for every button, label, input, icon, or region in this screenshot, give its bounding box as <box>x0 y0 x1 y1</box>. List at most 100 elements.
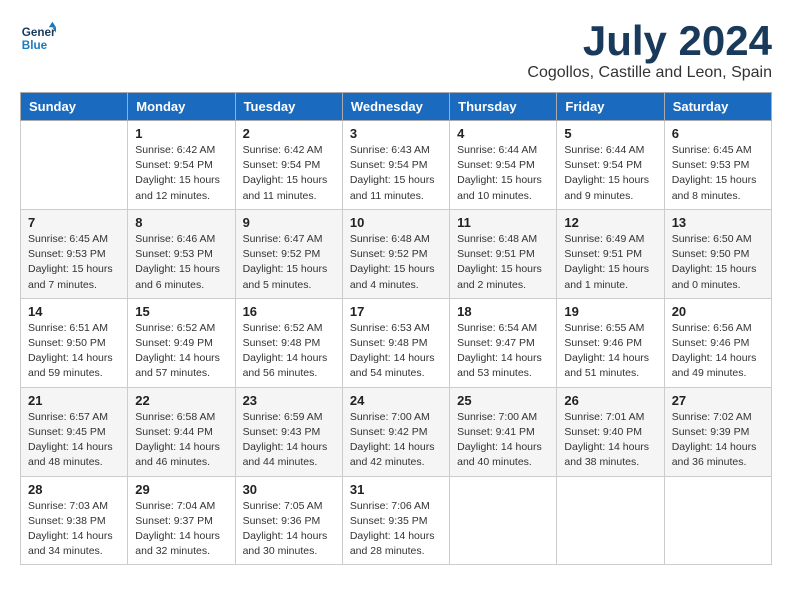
calendar-cell <box>557 476 664 565</box>
calendar-cell: 2 Sunrise: 6:42 AMSunset: 9:54 PMDaylight… <box>235 121 342 210</box>
calendar-week-row: 7 Sunrise: 6:45 AMSunset: 9:53 PMDaylight… <box>21 209 772 298</box>
calendar-week-row: 1 Sunrise: 6:42 AMSunset: 9:54 PMDaylight… <box>21 121 772 210</box>
day-info: Sunrise: 7:00 AMSunset: 9:41 PMDaylight:… <box>457 410 549 471</box>
day-number: 26 <box>564 393 656 408</box>
calendar-cell <box>450 476 557 565</box>
calendar-week-row: 28Sunrise: 7:03 AMSunset: 9:38 PMDayligh… <box>21 476 772 565</box>
calendar-header-cell: Monday <box>128 93 235 121</box>
day-number: 20 <box>672 304 764 319</box>
logo: General Blue <box>20 20 56 56</box>
day-info: Sunrise: 7:06 AMSunset: 9:35 PMDaylight:… <box>350 499 442 560</box>
calendar-header-cell: Thursday <box>450 93 557 121</box>
day-info: Sunrise: 7:01 AMSunset: 9:40 PMDaylight:… <box>564 410 656 471</box>
day-number: 7 <box>28 215 120 230</box>
day-number: 19 <box>564 304 656 319</box>
calendar-cell: 24Sunrise: 7:00 AMSunset: 9:42 PMDayligh… <box>342 387 449 476</box>
day-info: Sunrise: 6:58 AMSunset: 9:44 PMDaylight:… <box>135 410 227 471</box>
calendar-cell: 7 Sunrise: 6:45 AMSunset: 9:53 PMDaylight… <box>21 209 128 298</box>
day-number: 11 <box>457 215 549 230</box>
calendar-cell: 4 Sunrise: 6:44 AMSunset: 9:54 PMDaylight… <box>450 121 557 210</box>
calendar-cell: 12 Sunrise: 6:49 AMSunset: 9:51 PMDayligh… <box>557 209 664 298</box>
day-number: 25 <box>457 393 549 408</box>
logo-icon: General Blue <box>20 20 56 56</box>
day-info: Sunrise: 7:02 AMSunset: 9:39 PMDaylight:… <box>672 410 764 471</box>
calendar-cell: 22Sunrise: 6:58 AMSunset: 9:44 PMDayligh… <box>128 387 235 476</box>
day-number: 21 <box>28 393 120 408</box>
day-info: Sunrise: 6:44 AMSunset: 9:54 PMDaylight:… <box>564 143 656 204</box>
calendar-cell: 6 Sunrise: 6:45 AMSunset: 9:53 PMDaylight… <box>664 121 771 210</box>
calendar-cell <box>21 121 128 210</box>
calendar-cell: 1Sunrise: 6:42 AMSunset: 9:54 PMDaylight… <box>128 121 235 210</box>
day-info: Sunrise: 6:57 AMSunset: 9:45 PMDaylight:… <box>28 410 120 471</box>
day-number: 18 <box>457 304 549 319</box>
day-info: Sunrise: 6:44 AMSunset: 9:54 PMDaylight:… <box>457 143 549 204</box>
calendar-week-row: 14Sunrise: 6:51 AMSunset: 9:50 PMDayligh… <box>21 298 772 387</box>
day-info: Sunrise: 6:48 AMSunset: 9:51 PMDaylight:… <box>457 232 549 293</box>
day-info: Sunrise: 7:04 AMSunset: 9:37 PMDaylight:… <box>135 499 227 560</box>
calendar-cell: 16 Sunrise: 6:52 AMSunset: 9:48 PMDayligh… <box>235 298 342 387</box>
calendar-cell: 29 Sunrise: 7:04 AMSunset: 9:37 PMDayligh… <box>128 476 235 565</box>
day-number: 9 <box>243 215 335 230</box>
day-number: 15 <box>135 304 227 319</box>
day-number: 27 <box>672 393 764 408</box>
calendar-cell: 28Sunrise: 7:03 AMSunset: 9:38 PMDayligh… <box>21 476 128 565</box>
day-info: Sunrise: 6:49 AMSunset: 9:51 PMDaylight:… <box>564 232 656 293</box>
calendar-cell <box>664 476 771 565</box>
day-number: 10 <box>350 215 442 230</box>
calendar-cell: 10Sunrise: 6:48 AMSunset: 9:52 PMDayligh… <box>342 209 449 298</box>
calendar-header-cell: Saturday <box>664 93 771 121</box>
day-info: Sunrise: 6:46 AMSunset: 9:53 PMDaylight:… <box>135 232 227 293</box>
calendar-table: SundayMondayTuesdayWednesdayThursdayFrid… <box>20 92 772 565</box>
day-number: 3 <box>350 126 442 141</box>
day-info: Sunrise: 6:42 AMSunset: 9:54 PMDaylight:… <box>243 143 335 204</box>
day-number: 30 <box>243 482 335 497</box>
calendar-header-cell: Sunday <box>21 93 128 121</box>
day-info: Sunrise: 6:47 AMSunset: 9:52 PMDaylight:… <box>243 232 335 293</box>
calendar-cell: 3 Sunrise: 6:43 AMSunset: 9:54 PMDaylight… <box>342 121 449 210</box>
calendar-header-cell: Wednesday <box>342 93 449 121</box>
month-title: July 2024 <box>527 20 772 62</box>
svg-text:Blue: Blue <box>22 39 48 52</box>
day-number: 13 <box>672 215 764 230</box>
day-info: Sunrise: 6:52 AMSunset: 9:48 PMDaylight:… <box>243 321 335 382</box>
day-number: 4 <box>457 126 549 141</box>
calendar-cell: 27 Sunrise: 7:02 AMSunset: 9:39 PMDayligh… <box>664 387 771 476</box>
day-number: 2 <box>243 126 335 141</box>
calendar-cell: 17Sunrise: 6:53 AMSunset: 9:48 PMDayligh… <box>342 298 449 387</box>
day-number: 16 <box>243 304 335 319</box>
calendar-cell: 13 Sunrise: 6:50 AMSunset: 9:50 PMDayligh… <box>664 209 771 298</box>
day-info: Sunrise: 6:50 AMSunset: 9:50 PMDaylight:… <box>672 232 764 293</box>
calendar-cell: 14Sunrise: 6:51 AMSunset: 9:50 PMDayligh… <box>21 298 128 387</box>
day-info: Sunrise: 6:56 AMSunset: 9:46 PMDaylight:… <box>672 321 764 382</box>
calendar-cell: 31 Sunrise: 7:06 AMSunset: 9:35 PMDayligh… <box>342 476 449 565</box>
calendar-cell: 30Sunrise: 7:05 AMSunset: 9:36 PMDayligh… <box>235 476 342 565</box>
svg-text:General: General <box>22 26 56 39</box>
day-info: Sunrise: 6:52 AMSunset: 9:49 PMDaylight:… <box>135 321 227 382</box>
calendar-cell: 9 Sunrise: 6:47 AMSunset: 9:52 PMDaylight… <box>235 209 342 298</box>
day-info: Sunrise: 6:45 AMSunset: 9:53 PMDaylight:… <box>28 232 120 293</box>
day-info: Sunrise: 6:45 AMSunset: 9:53 PMDaylight:… <box>672 143 764 204</box>
day-info: Sunrise: 6:43 AMSunset: 9:54 PMDaylight:… <box>350 143 442 204</box>
day-number: 31 <box>350 482 442 497</box>
day-info: Sunrise: 6:51 AMSunset: 9:50 PMDaylight:… <box>28 321 120 382</box>
page-header: General Blue July 2024 Cogollos, Castill… <box>20 20 772 82</box>
day-number: 12 <box>564 215 656 230</box>
calendar-cell: 5Sunrise: 6:44 AMSunset: 9:54 PMDaylight… <box>557 121 664 210</box>
calendar-cell: 26 Sunrise: 7:01 AMSunset: 9:40 PMDayligh… <box>557 387 664 476</box>
title-area: July 2024 Cogollos, Castille and Leon, S… <box>527 20 772 82</box>
day-number: 24 <box>350 393 442 408</box>
calendar-body: 1 Sunrise: 6:42 AMSunset: 9:54 PMDaylight… <box>21 121 772 565</box>
day-info: Sunrise: 6:53 AMSunset: 9:48 PMDaylight:… <box>350 321 442 382</box>
calendar-cell: 21 Sunrise: 6:57 AMSunset: 9:45 PMDayligh… <box>21 387 128 476</box>
day-number: 8 <box>135 215 227 230</box>
day-number: 6 <box>672 126 764 141</box>
calendar-cell: 15 Sunrise: 6:52 AMSunset: 9:49 PMDayligh… <box>128 298 235 387</box>
day-number: 1 <box>135 126 227 141</box>
day-info: Sunrise: 7:03 AMSunset: 9:38 PMDaylight:… <box>28 499 120 560</box>
day-number: 29 <box>135 482 227 497</box>
calendar-cell: 25 Sunrise: 7:00 AMSunset: 9:41 PMDayligh… <box>450 387 557 476</box>
calendar-cell: 20 Sunrise: 6:56 AMSunset: 9:46 PMDayligh… <box>664 298 771 387</box>
day-number: 23 <box>243 393 335 408</box>
day-info: Sunrise: 6:55 AMSunset: 9:46 PMDaylight:… <box>564 321 656 382</box>
calendar-cell: 23Sunrise: 6:59 AMSunset: 9:43 PMDayligh… <box>235 387 342 476</box>
